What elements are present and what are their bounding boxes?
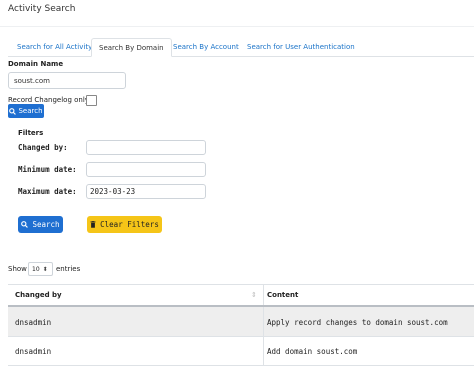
domain-name-input[interactable] bbox=[8, 72, 126, 89]
column-divider bbox=[263, 307, 264, 336]
min-date-label: Minimum date: bbox=[18, 165, 77, 174]
trash-icon bbox=[90, 221, 96, 228]
entries-select-value: 10 bbox=[32, 265, 40, 273]
filter-search-label: Search bbox=[32, 220, 60, 229]
table-row[interactable]: dnsadmin Add domain soust.com bbox=[8, 337, 474, 366]
record-changelog-label: Record Changelog only bbox=[8, 96, 89, 104]
header-divider bbox=[0, 26, 474, 27]
column-header-content[interactable]: Content bbox=[267, 285, 298, 306]
tab-search-by-domain[interactable]: Search By Domain bbox=[91, 38, 172, 57]
domain-name-label: Domain Name bbox=[8, 60, 64, 68]
cell-changed-by: dnsadmin bbox=[15, 347, 52, 356]
table-row[interactable]: dnsadmin Apply record changes to domain … bbox=[8, 307, 474, 337]
filters-title: Filters bbox=[18, 129, 44, 137]
cell-content: Apply record changes to domain soust.com bbox=[267, 318, 448, 327]
clear-filters-label: Clear Filters bbox=[100, 220, 159, 229]
changed-by-label: Changed by: bbox=[18, 143, 68, 152]
cell-content: Add domain soust.com bbox=[267, 347, 358, 356]
entries-label: entries bbox=[56, 265, 81, 273]
changed-by-input[interactable] bbox=[86, 140, 206, 155]
max-date-input[interactable] bbox=[86, 184, 206, 199]
cell-changed-by: dnsadmin bbox=[15, 318, 52, 327]
page-title: Activity Search bbox=[8, 4, 76, 14]
search-icon bbox=[9, 107, 17, 115]
select-arrows-icon: ⬍ bbox=[42, 265, 48, 273]
record-changelog-checkbox[interactable] bbox=[86, 95, 97, 106]
column-divider bbox=[263, 285, 264, 305]
min-date-input[interactable] bbox=[86, 162, 206, 177]
tab-search-all-activity[interactable]: Search for All Activity bbox=[10, 38, 99, 57]
entries-select[interactable]: 10 ⬍ bbox=[28, 262, 53, 276]
show-label: Show bbox=[8, 265, 27, 273]
tab-search-user-authentication[interactable]: Search for User Authentication bbox=[240, 38, 362, 57]
tab-search-by-account[interactable]: Search By Account bbox=[166, 38, 246, 57]
max-date-label: Maximum date: bbox=[18, 187, 77, 196]
column-header-changed-by[interactable]: Changed by bbox=[15, 285, 62, 306]
column-divider bbox=[263, 337, 264, 365]
sort-icon[interactable]: ⇕ bbox=[251, 285, 257, 306]
clear-filters-button[interactable]: Clear Filters bbox=[87, 216, 162, 233]
search-icon bbox=[21, 221, 29, 228]
filter-search-button[interactable]: Search bbox=[18, 216, 63, 233]
domain-search-label: Search bbox=[18, 107, 43, 115]
domain-search-button[interactable]: Search bbox=[8, 104, 44, 118]
table-header: Changed by ⇕ Content bbox=[8, 284, 474, 307]
